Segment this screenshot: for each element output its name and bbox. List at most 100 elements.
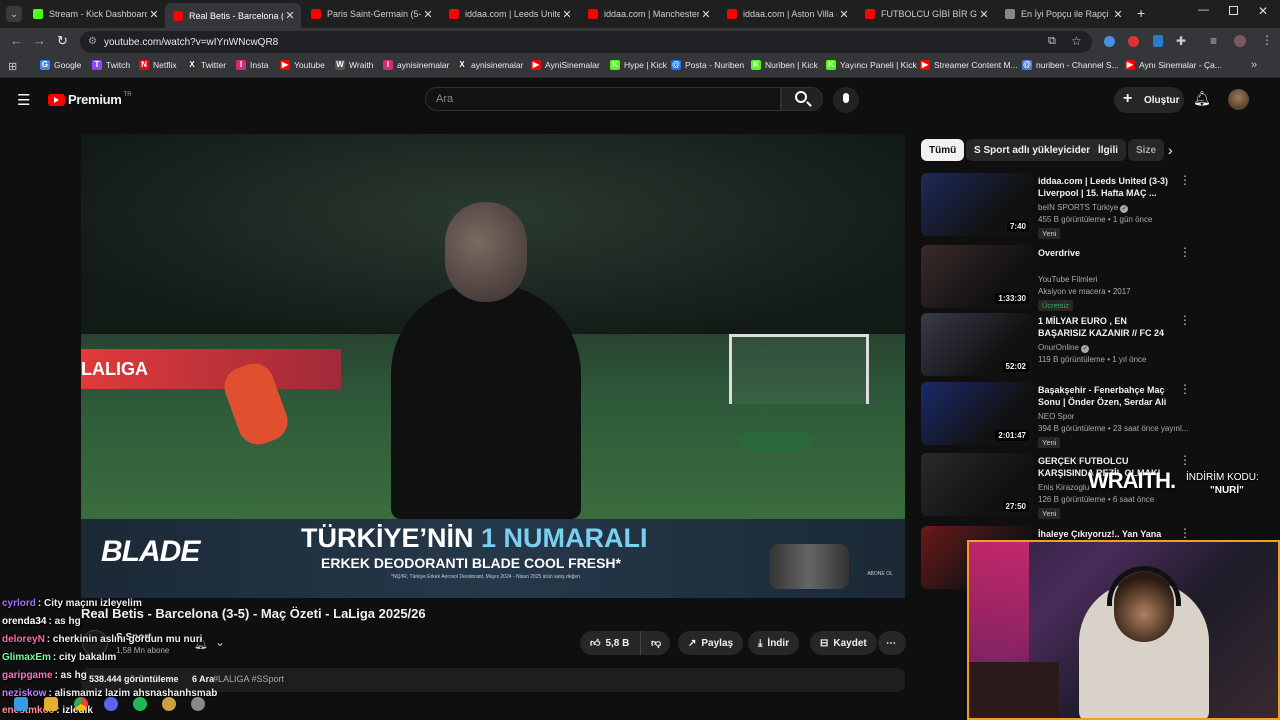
download-button[interactable]: ⤓ İndir [748,631,800,655]
bookmark-star-icon[interactable]: ☆ [1071,34,1082,48]
new-tab-button[interactable]: + [1137,5,1145,21]
video-thumbnail[interactable]: 2:01:47 [921,382,1033,445]
browser-tab[interactable]: iddaa.com | Manchester C ✕ [580,3,717,25]
menu-icon[interactable]: ⋮ [1261,33,1273,47]
reload-icon[interactable]: ↻ [57,33,68,49]
tab-close-icon[interactable]: ✕ [1111,8,1125,21]
more-options-icon[interactable]: ⋮ [1179,245,1191,259]
bookmark-item[interactable]: I Insta [236,60,268,70]
extension-icon[interactable] [1153,35,1163,47]
minimize-button[interactable]: — [1198,4,1209,16]
youtube-logo[interactable]: Premium TR [48,92,132,107]
tab-close-icon[interactable]: ✕ [977,8,991,21]
search-input[interactable]: Ara [425,87,781,111]
bookmark-label: nuriben - Channel S... [1036,60,1119,70]
bookmark-item[interactable]: @ Posta - Nuriben [671,60,744,70]
tab-close-icon[interactable]: ✕ [837,8,851,21]
maximize-button[interactable] [1229,6,1238,15]
tab-close-icon[interactable]: ✕ [421,8,435,21]
bookmark-item[interactable]: K Yayıncı Paneli | Kick [826,60,917,70]
video-thumbnail[interactable]: 7:40 [921,173,1033,236]
browser-tab[interactable]: iddaa.com | Leeds United ✕ [441,3,578,25]
browser-tab[interactable]: iddaa.com | Aston Villa (2 ✕ [719,3,855,25]
bookmark-item[interactable]: ▶ Youtube [280,60,325,70]
extensions-puzzle-icon[interactable]: ✚ [1176,34,1186,48]
more-options-icon[interactable]: ⋮ [1179,313,1191,327]
tab-close-icon[interactable]: ✕ [560,8,574,21]
filter-chip[interactable]: Tümü [921,139,965,161]
chevron-down-icon[interactable]: ⌄ [215,635,225,649]
app-icon[interactable] [191,697,205,711]
bookmark-item[interactable]: K Nuriben | Kick [751,60,818,70]
apps-grid-icon[interactable]: ⊞ [8,60,17,73]
recommended-video[interactable]: 1:33:30 Overdrive YouTube Filmleri Aksiyon … [921,245,1191,311]
share-button[interactable]: ↗ Paylaş [678,631,744,655]
discord-icon[interactable] [104,697,118,711]
hashtags[interactable]: #LALIGA #SSport [213,674,284,684]
search-button[interactable] [781,87,823,111]
hamburger-menu-icon[interactable]: ☰ [17,91,30,109]
bookmark-item[interactable]: Xaynisinemalar [457,60,523,70]
recommended-video[interactable]: 7:40 iddaa.com | Leeds United (3-3) Liver… [921,173,1191,239]
bookmark-item[interactable]: ▶ AyniSinemalar [531,60,600,70]
obs-icon[interactable] [162,697,176,711]
chrome-icon[interactable] [74,697,88,711]
video-player[interactable]: LALIGA BLADE TÜRKİYE’NİN 1 NUMARALI ERKE… [81,134,905,598]
address-bar[interactable]: ⚙ youtube.com/watch?v=wIYnWNcwQR8 ⧉ ☆ [80,31,1092,53]
bookmark-item[interactable]: X Twitter [187,60,226,70]
bookmark-item[interactable]: @ nuriben - Channel S... [1022,60,1119,70]
video-thumbnail[interactable]: 52:02 [921,313,1033,376]
tab-close-icon[interactable]: ✕ [699,8,713,21]
file-explorer-icon[interactable] [44,697,58,711]
bookmark-item[interactable]: ▶ Streamer Content M... [920,60,1018,70]
more-bookmarks-icon[interactable]: » [1251,59,1257,71]
install-icon[interactable]: ⧉ [1048,35,1056,48]
bookmark-item[interactable]: G Google [40,60,81,70]
recommended-video[interactable]: 52:02 1 MİLYAR EURO , EN BAŞARISIZ KAZANI… [921,313,1191,377]
close-window-button[interactable]: ✕ [1258,4,1268,18]
video-thumbnail[interactable]: 1:33:30 [921,245,1033,308]
bookmark-item[interactable]: T Twitch [92,60,130,70]
extension-icon[interactable] [1104,36,1115,47]
more-options-icon[interactable]: ⋮ [1179,173,1191,187]
chevron-right-icon[interactable]: › [1168,142,1173,158]
voice-search-button[interactable] [833,87,859,113]
dislike-button[interactable]: 👎︎ [640,631,670,655]
browser-tab[interactable]: Paris Saint-Germain (5-0) ✕ [303,3,439,25]
profile-icon[interactable] [1234,35,1246,47]
bookmark-item[interactable]: W Wraith [335,60,373,70]
tab-search-button[interactable]: ⌄ [6,6,22,22]
filter-chip[interactable]: S Sport adlı yükleyiciden [966,139,1101,161]
forward-icon[interactable]: → [33,33,46,48]
like-button[interactable]: 👍︎ 5,8 B [580,631,640,655]
browser-tab[interactable]: En İyi Popçu ile Rapçi Da✕ [997,3,1129,25]
tab-close-icon[interactable]: ✕ [283,9,297,22]
video-thumbnail[interactable]: 27:50 [921,453,1033,516]
browser-tab[interactable]: Stream - Kick Dashboard ✕ [25,3,165,25]
bookmark-item[interactable]: Iaynisinemalar [383,60,449,70]
extension-icon[interactable] [1128,36,1139,47]
recommended-meta: 394 B görüntüleme • 23 saat önce yayınl.… [1038,424,1189,433]
notifications-bell-icon[interactable]: 🔔︎ [1193,90,1211,107]
bookmark-item[interactable]: K Hype | Kick [610,60,667,70]
more-actions-button[interactable]: ⋯ [878,631,906,655]
back-icon[interactable]: ← [10,33,23,48]
more-options-icon[interactable]: ⋮ [1179,453,1191,467]
more-options-icon[interactable]: ⋮ [1179,382,1191,396]
create-button[interactable]: + Oluştur [1114,87,1184,113]
bookmark-item[interactable]: N Netflix [139,60,177,70]
avatar[interactable] [1228,89,1249,110]
site-info-icon[interactable]: ⚙ [88,36,97,47]
browser-tab[interactable]: Real Betis - Barcelona (3- ✕ [165,3,301,28]
windows-start-icon[interactable] [14,697,28,711]
filter-chip[interactable]: İlgili [1090,139,1126,161]
tab-close-icon[interactable]: ✕ [147,8,161,21]
browser-tab[interactable]: FUTBOLCU GİBİ BİR GÜN✕ [857,3,995,25]
spotify-icon[interactable] [133,697,147,711]
save-button[interactable]: ⊟ Kaydet [810,631,877,655]
media-icon[interactable]: ≡ [1210,34,1217,48]
bookmark-item[interactable]: ▶ Aynı Sinemalar - Ça... [1125,60,1222,70]
recommended-video[interactable]: 2:01:47 Başakşehir - Fenerbahçe Maç Sonu … [921,382,1191,448]
more-options-icon[interactable]: ⋮ [1179,526,1191,540]
filter-chip[interactable]: Size [1128,139,1164,161]
